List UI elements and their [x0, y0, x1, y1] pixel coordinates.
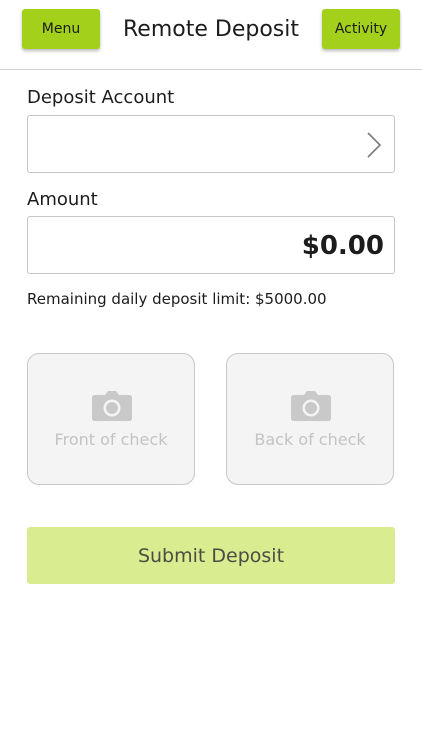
amount-value: $0.00 — [301, 231, 384, 261]
amount-label: Amount — [27, 189, 98, 210]
deposit-account-select[interactable] — [27, 115, 395, 173]
submit-deposit-button[interactable]: Submit Deposit — [27, 527, 395, 584]
back-of-check-label: Back of check — [254, 430, 366, 449]
menu-button[interactable]: Menu — [22, 9, 100, 49]
back-of-check-button[interactable]: Back of check — [226, 353, 394, 485]
front-of-check-button[interactable]: Front of check — [27, 353, 195, 485]
front-of-check-label: Front of check — [54, 430, 168, 449]
deposit-account-label: Deposit Account — [27, 87, 175, 108]
page-title: Remote Deposit — [123, 17, 299, 42]
chevron-right-icon — [367, 132, 382, 158]
top-bar: Menu Remote Deposit Activity — [0, 0, 422, 70]
amount-input[interactable]: $0.00 — [27, 216, 395, 274]
deposit-limit-text: Remaining daily deposit limit: $5000.00 — [27, 290, 327, 308]
activity-button[interactable]: Activity — [322, 9, 400, 49]
camera-icon — [92, 391, 132, 421]
camera-icon — [291, 391, 331, 421]
